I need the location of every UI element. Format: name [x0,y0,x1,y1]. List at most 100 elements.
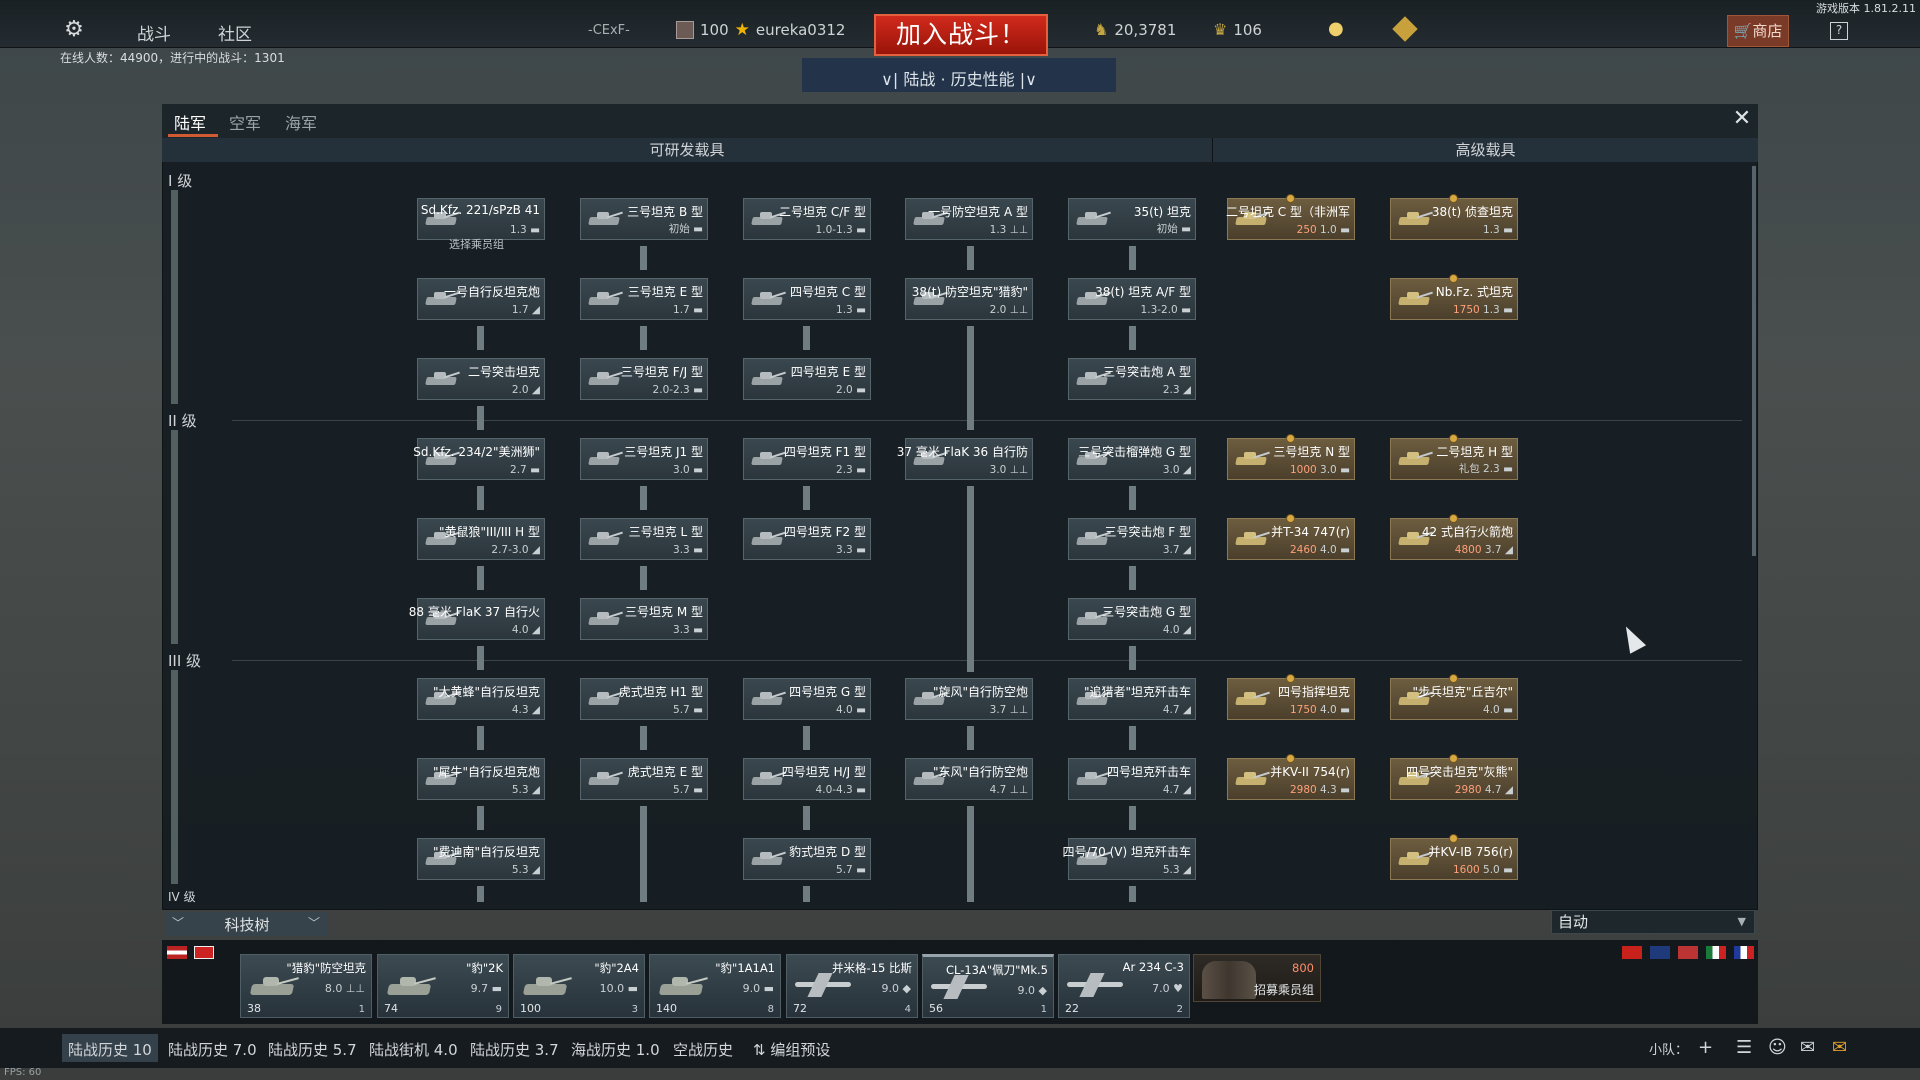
crew-slot[interactable]: 并米格-15 比斯 9.0 ◆ 72 4 [786,954,918,1018]
squadron-tag[interactable]: -CExF- [588,23,630,38]
premium-vehicle-card[interactable]: 42 式自行火箭炮 4800 3.7 ◢ [1390,514,1518,560]
preset-tab[interactable]: 陆战街机 4.0 [369,1039,458,1060]
vehicle-card[interactable]: "东风"自行防空炮 4.7 ⊥⊥ [905,758,1033,800]
vehicle-card[interactable]: 三号突击炮 F 型 3.7 ◢ [1068,518,1196,560]
vehicle-card[interactable]: 二号突击坦克 2.0 ◢ [417,358,545,400]
vehicle-card[interactable]: "费迪南"自行反坦克 5.3 ◢ [417,838,545,880]
nav-community[interactable]: 社区 [218,20,252,45]
hint-bulb-icon[interactable]: ● [1328,18,1344,39]
vehicle-card[interactable]: Sd.Kfz. 221/sPzB 41 1.3 ▬ [417,198,545,240]
vehicle-card[interactable]: 三号坦克 M 型 3.3 ▬ [580,598,708,640]
tab-navy[interactable]: 海军 [285,110,317,134]
vehicle-card[interactable]: 38(t) 坦克 A/F 型 1.3-2.0 ▬ [1068,278,1196,320]
vehicle-card[interactable]: 四号坦克 H/J 型 4.0-4.3 ▬ [743,758,871,800]
preset-manager-button[interactable]: ⇅ 编组预设 [753,1039,830,1060]
tree-scrollbar[interactable] [1752,166,1756,556]
japan-flag-icon[interactable] [1678,946,1698,959]
vehicle-cost: 2980 [1454,784,1482,796]
premium-vehicle-card[interactable]: 二号坦克 H 型礼包 2.3 ▬ [1390,434,1518,480]
vehicle-card[interactable]: 三号突击榴弹炮 G 型 3.0 ◢ [1068,438,1196,480]
premium-vehicle-card[interactable]: Nb.Fz. 式坦克 1750 1.3 ▬ [1390,274,1518,320]
tab-air[interactable]: 空军 [229,110,261,134]
preset-tab[interactable]: 陆战历史 3.7 [470,1039,559,1060]
settings-gear-icon[interactable]: ⚙ [62,18,86,42]
premium-vehicle-card[interactable]: 四号突击坦克"灰熊" 2980 4.7 ◢ [1390,754,1518,800]
vehicle-card[interactable]: 四号坦克歼击车 4.7 ◢ [1068,758,1196,800]
preset-tab[interactable]: 陆战历史 10 [62,1034,158,1062]
vehicle-card[interactable]: 三号突击炮 A 型 2.3 ◢ [1068,358,1196,400]
silver-lions-balance[interactable]: ♞ 20,3781 [1094,20,1176,39]
vehicle-card[interactable]: 三号坦克 B 型初始 ▬ [580,198,708,240]
join-battle-button[interactable]: 加入战斗！ [874,14,1048,56]
crew-slot[interactable]: "豹"2A4 10.0 ▬ 100 3 [513,954,645,1018]
crew-slot[interactable]: "豹"1A1A1 9.0 ▬ 140 8 [649,954,781,1018]
premium-vehicle-card[interactable]: 38(t) 侦查坦克 1.3 ▬ [1390,194,1518,240]
vehicle-card[interactable]: 四号坦克 E 型 2.0 ▬ [743,358,871,400]
vehicle-card[interactable]: 37 毫米 FlaK 36 自行防 3.0 ⊥⊥ [897,438,1033,480]
preset-tab[interactable]: 海战历史 1.0 [571,1039,660,1060]
vehicle-card[interactable]: 四号/70 (V) 坦克歼击车 5.3 ◢ [1062,838,1196,880]
vehicle-card[interactable]: 虎式坦克 E 型 5.7 ▬ [580,758,708,800]
vehicle-card[interactable]: 一号自行反坦克炮 1.7 ◢ [417,278,545,320]
premium-vehicle-card[interactable]: "步兵坦克"丘吉尔" 4.0 ▬ [1390,674,1518,720]
vehicle-card[interactable]: 一号防空坦克 A 型 1.3 ⊥⊥ [905,198,1033,240]
select-crew-label[interactable]: 选择乘员组 [449,236,504,252]
germany-flag-icon[interactable] [194,946,214,959]
premium-vehicle-card[interactable]: 二号坦克 C 型（非洲军 250 1.0 ▬ [1226,194,1355,240]
techtree-label[interactable]: 科技树 [166,914,328,935]
vehicle-card[interactable]: 三号突击炮 G 型 4.0 ◢ [1068,598,1196,640]
uk-flag-icon[interactable] [1650,946,1670,959]
premium-vehicle-card[interactable]: 并KV-IB 756(r) 1600 5.0 ▬ [1390,834,1518,880]
shop-button[interactable]: 🛒商店 [1727,15,1789,47]
vehicle-card[interactable]: "大黄蜂"自行反坦克 4.3 ◢ [417,678,545,720]
vehicle-card[interactable]: Sd.Kfz. 234/2"美洲狮" 2.7 ▬ [413,438,545,480]
list-icon[interactable]: ☰ [1736,1037,1752,1058]
vehicle-card[interactable]: 三号坦克 L 型 3.3 ▬ [580,518,708,560]
preset-auto-select[interactable]: 自动 ▼ [1551,910,1755,934]
vehicle-card[interactable]: "黄鼠狼"III/III H 型 2.7-3.0 ◢ [417,518,545,560]
premium-vehicle-card[interactable]: 并KV-II 754(r) 2980 4.3 ▬ [1227,754,1355,800]
vehicle-card[interactable]: 豹式坦克 D 型 5.7 ▬ [743,838,871,880]
golden-eagles-balance[interactable]: ♛ 106 [1213,20,1262,39]
vehicle-card[interactable]: 88 毫米 FlaK 37 自行火 4.0 ◢ [409,598,545,640]
vehicle-card[interactable]: 35(t) 坦克 初始 ▬ [1068,198,1196,240]
premium-vehicle-card[interactable]: 并T-34 747(r) 2460 4.0 ▬ [1227,514,1355,560]
preset-tab[interactable]: 陆战历史 7.0 [168,1039,257,1060]
vehicle-card[interactable]: 四号坦克 F2 型 3.3 ▬ [743,518,871,560]
vehicle-card[interactable]: 三号坦克 J1 型 3.0 ▬ [580,438,708,480]
preset-tab[interactable]: 空战历史 [673,1039,733,1060]
premium-vehicle-card[interactable]: 四号指挥坦克 1750 4.0 ▬ [1227,674,1355,720]
vehicle-card[interactable]: "旋风"自行防空炮 3.7 ⊥⊥ [905,678,1033,720]
player-profile[interactable]: 100 ★ eureka0312 [676,20,845,40]
vehicle-card[interactable]: "追猎者"坦克歼击车 4.7 ◢ [1068,678,1196,720]
vehicle-card[interactable]: 38(t) 防空坦克"猎豹" 2.0 ⊥⊥ [905,278,1033,320]
premium-vehicle-card[interactable]: 三号坦克 N 型 1000 3.0 ▬ [1227,434,1355,480]
friends-icon[interactable]: ☺ [1768,1037,1787,1058]
italy-flag-icon[interactable] [1706,946,1726,959]
crew-slot[interactable]: CL-13A"佩刀"Mk.5 9.0 ◆ 56 1 [922,954,1054,1018]
help-icon[interactable]: ? [1830,22,1848,40]
tab-army[interactable]: 陆军 [174,110,206,134]
vehicle-card[interactable]: 四号坦克 C 型 1.3 ▬ [743,278,871,320]
recruit-crew-slot[interactable]: 800 招募乘员组 [1193,954,1321,1002]
vehicle-card[interactable]: "犀牛"自行反坦克炮 5.3 ◢ [417,758,545,800]
preset-tab[interactable]: 陆战历史 5.7 [268,1039,357,1060]
vehicle-card[interactable]: 四号坦克 G 型 4.0 ▬ [743,678,871,720]
mail-icon[interactable]: ✉ [1832,1037,1847,1058]
vehicle-card[interactable]: 虎式坦克 H1 型 5.7 ▬ [580,678,708,720]
close-icon[interactable]: ✕ [1730,107,1754,131]
chat-icon[interactable]: ✉ [1800,1037,1815,1058]
nav-battle[interactable]: 战斗 [137,20,171,45]
china-flag-icon[interactable] [1622,946,1642,959]
vehicle-card[interactable]: 三号坦克 F/J 型 2.0-2.3 ▬ [580,358,708,400]
usa-flag-icon[interactable] [167,946,187,959]
game-mode-label[interactable]: ∨| 陆战 · 历史性能 |∨ [802,66,1116,90]
vehicle-card[interactable]: 三号坦克 E 型 1.7 ▬ [580,278,708,320]
vehicle-card[interactable]: 四号坦克 F1 型 2.3 ▬ [743,438,871,480]
crew-slot[interactable]: "豹"2K 9.7 ▬ 74 9 [377,954,509,1018]
france-flag-icon[interactable] [1734,946,1754,959]
crew-slot[interactable]: Ar 234 C-3 7.0 ♥ 22 2 [1058,954,1190,1018]
add-squad-icon[interactable]: + [1698,1037,1713,1058]
vehicle-card[interactable]: 二号坦克 C/F 型 1.0-1.3 ▬ [743,198,871,240]
crew-slot[interactable]: "猎豹"防空坦克 8.0 ⊥⊥ 38 1 [240,954,372,1018]
